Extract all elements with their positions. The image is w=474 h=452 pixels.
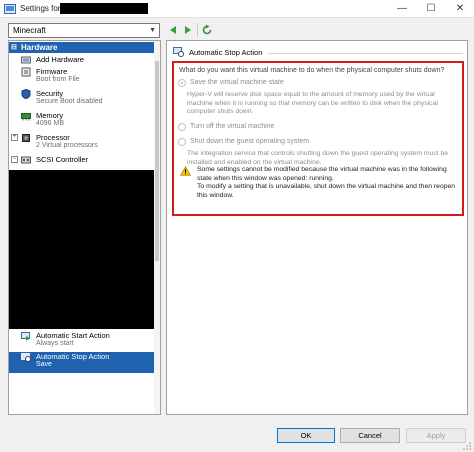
stop-action-icon [21, 353, 31, 362]
tree-item-security[interactable]: Security Secure Boot disabled [9, 89, 160, 109]
expand-icon[interactable]: + [11, 134, 18, 141]
resize-grip-icon[interactable] [462, 441, 472, 451]
tree-item-label: Processor [36, 133, 70, 142]
section-title: Automatic Stop Action [189, 48, 263, 57]
turn-off-radio[interactable] [178, 123, 186, 131]
apply-button[interactable]: Apply [406, 428, 466, 443]
shield-icon [21, 89, 31, 99]
tree-item-label: Firmware [36, 67, 68, 76]
section-header: Automatic Stop Action [173, 46, 463, 58]
cancel-button[interactable]: Cancel [340, 428, 400, 443]
tree-item-label: SCSI Controller [36, 155, 89, 164]
option-label: Shut down the guest operating system [190, 138, 310, 145]
tree-item-value: 4096 MB [36, 120, 65, 127]
option-turn-off[interactable]: Turn off the virtual machine [178, 123, 458, 133]
maximize-button[interactable]: ☐ [417, 0, 445, 18]
tree-item-value: Boot from File [36, 76, 80, 83]
tree-item-add-hardware[interactable]: Add Hardware [9, 55, 160, 66]
warning-line-1: Some settings cannot be modified because… [197, 166, 447, 182]
minimize-button[interactable]: — [388, 0, 416, 18]
option-label: Save the virtual machine state [190, 79, 284, 86]
chevron-down-icon: ▼ [149, 27, 156, 34]
option-save-state[interactable]: Save the virtual machine state [178, 79, 458, 89]
memory-chip-icon [21, 113, 31, 121]
tree-item-automatic-stop-action[interactable]: Automatic Stop Action Save [9, 352, 160, 373]
vm-selector-value: Minecraft [13, 26, 46, 35]
redacted-vm-name [60, 3, 148, 14]
controller-icon [21, 156, 31, 164]
option-label: Turn off the virtual machine [190, 123, 275, 130]
settings-tree: ⊟ Hardware Add Hardware Firmware Boot fr… [8, 40, 161, 415]
tree-header-hardware[interactable]: ⊟ Hardware [9, 42, 160, 53]
tree-item-label: Security [36, 89, 64, 98]
section-divider [268, 53, 463, 54]
tree-item-value: Always start [36, 340, 74, 347]
tree-item-label: Memory [36, 111, 64, 120]
redacted-tree-region [9, 170, 160, 329]
tree-item-label: Automatic Start Action [36, 331, 110, 340]
shut-down-description: The integration service that controls sh… [187, 150, 449, 166]
shut-down-guest-radio[interactable] [178, 138, 186, 146]
stop-action-question: What do you want this virtual machine to… [179, 67, 445, 74]
settings-detail-pane: Automatic Stop Action What do you want t… [166, 40, 468, 415]
save-state-description: Hyper-V will reserve disk space equal to… [187, 91, 438, 115]
title-bar: Settings for — ☐ ✕ [0, 0, 474, 18]
start-action-icon [21, 332, 31, 341]
collapse-icon[interactable]: − [11, 156, 18, 163]
save-state-radio[interactable] [178, 79, 186, 87]
warning-icon [180, 166, 191, 176]
window-title: Settings for [20, 4, 61, 13]
tree-item-scsi-controller[interactable]: − SCSI Controller [9, 155, 160, 166]
tree-item-memory[interactable]: Memory 4096 MB [9, 111, 160, 131]
back-arrow-icon[interactable] [167, 24, 179, 36]
close-button[interactable]: ✕ [446, 0, 474, 18]
collapse-icon[interactable]: ⊟ [11, 42, 17, 53]
tree-item-value: Save [36, 361, 52, 368]
ok-button[interactable]: OK [277, 428, 335, 443]
add-hardware-icon [21, 56, 31, 64]
settings-app-icon [4, 4, 16, 14]
tree-scrollbar[interactable] [154, 41, 160, 414]
forward-arrow-icon[interactable] [182, 24, 194, 36]
tree-item-processor[interactable]: + Processor 2 Virtual processors [9, 133, 160, 153]
option-shut-down-guest[interactable]: Shut down the guest operating system [178, 138, 458, 148]
toolbar-separator [197, 23, 198, 37]
tree-item-label: Add Hardware [36, 55, 84, 64]
tree-item-firmware[interactable]: Firmware Boot from File [9, 67, 160, 87]
warning-text: Some settings cannot be modified because… [197, 166, 459, 200]
tree-item-value: Secure Boot disabled [36, 98, 103, 105]
processor-icon [22, 134, 30, 142]
tree-header-label: Hardware [21, 43, 58, 52]
firmware-icon [21, 67, 31, 77]
warning-line-2: To modify a setting that is unavailable,… [197, 183, 456, 199]
tree-item-label: Automatic Stop Action [36, 352, 110, 361]
vm-selector-dropdown[interactable]: Minecraft ▼ [8, 23, 160, 38]
tree-item-value: 2 Virtual processors [36, 142, 98, 149]
refresh-icon[interactable] [201, 24, 213, 36]
stop-action-icon [173, 47, 184, 57]
highlight-box: What do you want this virtual machine to… [172, 61, 464, 216]
tree-item-automatic-start-action[interactable]: Automatic Start Action Always start [9, 331, 160, 351]
